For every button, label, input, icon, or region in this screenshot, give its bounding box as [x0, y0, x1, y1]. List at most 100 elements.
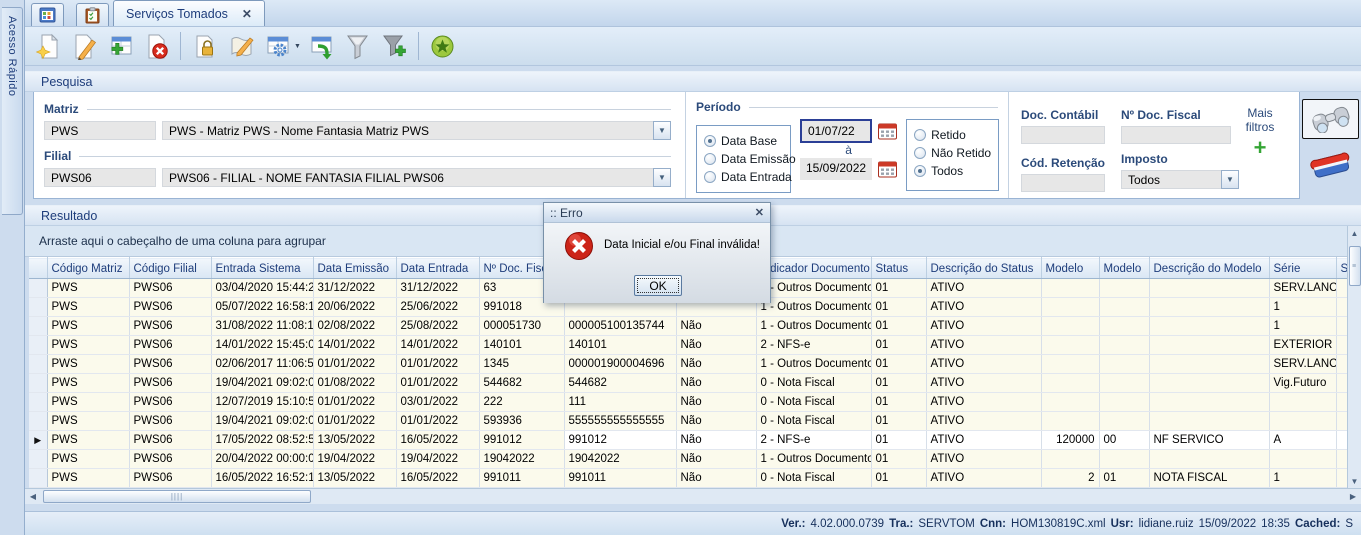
table-cell[interactable] [1099, 278, 1150, 298]
dialog-close-icon[interactable]: ✕ [755, 206, 764, 219]
table-cell[interactable]: 0 - Nota Fiscal [756, 392, 872, 412]
table-cell[interactable]: ATIVO [926, 354, 1042, 374]
table-cell[interactable]: 140101 [479, 335, 565, 355]
table-cell[interactable]: 2 - NFS-e [756, 335, 872, 355]
filter-add-button[interactable] [379, 31, 409, 61]
radio-todos[interactable]: Todos [914, 162, 991, 180]
table-cell[interactable] [1041, 373, 1100, 393]
sign-audit-button[interactable] [226, 31, 256, 61]
grid-settings-button[interactable] [262, 31, 292, 61]
add-grid-row-button[interactable] [105, 31, 135, 61]
table-cell[interactable]: 01 [871, 449, 927, 469]
table-cell[interactable]: 12/07/2019 15:10:50 [211, 392, 314, 412]
quick-access-tab[interactable]: Acesso Rápido [2, 7, 23, 215]
horizontal-scrollbar[interactable]: ◀ |||| ▶ [25, 488, 1361, 504]
table-cell[interactable]: 1 [1269, 297, 1337, 317]
table-cell[interactable]: 01/01/2022 [313, 354, 397, 374]
table-cell[interactable] [1041, 278, 1100, 298]
table-cell[interactable]: PWS06 [129, 297, 212, 317]
column-header[interactable]: Modelo [1041, 257, 1100, 279]
table-cell[interactable] [1149, 373, 1270, 393]
table-cell[interactable]: PWS06 [129, 411, 212, 431]
table-cell[interactable]: PWS06 [129, 316, 212, 336]
table-cell[interactable]: ATIVO [926, 297, 1042, 317]
table-cell[interactable]: 1 [1269, 468, 1337, 488]
num-doc-fiscal-input[interactable] [1121, 126, 1231, 144]
tab-close-icon[interactable]: ✕ [242, 7, 252, 21]
table-cell[interactable]: EXTERIOR [1269, 335, 1337, 355]
table-cell[interactable]: 01 [1099, 468, 1150, 488]
table-cell[interactable]: 0 - Nota Fiscal [756, 411, 872, 431]
table-cell[interactable]: PWS [47, 354, 130, 374]
table-cell[interactable] [1269, 392, 1337, 412]
table-cell[interactable]: ATIVO [926, 373, 1042, 393]
table-cell[interactable] [1149, 392, 1270, 412]
table-cell[interactable]: 593936 [479, 411, 565, 431]
table-cell[interactable] [1269, 411, 1337, 431]
date-to-input[interactable]: 15/09/2022 [800, 158, 873, 180]
table-cell[interactable]: 31/12/2022 [313, 278, 397, 298]
table-cell[interactable]: Não [676, 316, 757, 336]
radio-icon[interactable] [704, 135, 716, 147]
radio-icon[interactable] [914, 165, 927, 177]
row-indicator[interactable] [29, 449, 48, 469]
table-cell[interactable]: ATIVO [926, 430, 1042, 450]
table-cell[interactable] [1149, 335, 1270, 355]
table-cell[interactable]: 02/08/2022 [313, 316, 397, 336]
table-cell[interactable]: PWS [47, 392, 130, 412]
table-cell[interactable]: 1 - Outros Documentos [756, 449, 872, 469]
table-cell[interactable]: ATIVO [926, 449, 1042, 469]
table-cell[interactable]: 1 - Outros Documentos [756, 297, 872, 317]
table-cell[interactable]: 01/08/2022 [313, 373, 397, 393]
table-cell[interactable]: 01/01/2022 [313, 392, 397, 412]
scroll-up-icon[interactable]: ▲ [1348, 226, 1361, 240]
horizontal-scroll-thumb[interactable]: |||| [43, 489, 311, 503]
table-cell[interactable]: 1 [1269, 316, 1337, 336]
table-cell[interactable] [1099, 411, 1150, 431]
column-header[interactable]: Código Matriz [47, 257, 130, 279]
table-cell[interactable] [1336, 449, 1347, 469]
radio-icon[interactable] [704, 171, 716, 183]
column-header[interactable]: Entrada Sistema [211, 257, 314, 279]
table-cell[interactable]: PWS06 [129, 278, 212, 298]
table-cell[interactable]: PWS06 [129, 449, 212, 469]
table-cell[interactable] [1099, 297, 1150, 317]
row-indicator[interactable] [29, 411, 48, 431]
table-cell[interactable]: Vig.Futuro [1269, 373, 1337, 393]
column-header[interactable]: Descrição do Status [926, 257, 1042, 279]
table-cell[interactable]: 19042022 [479, 449, 565, 469]
table-cell[interactable]: ATIVO [926, 411, 1042, 431]
calendar-icon[interactable] [878, 161, 898, 178]
table-cell[interactable]: 17/05/2022 08:52:54 [211, 430, 314, 450]
table-cell[interactable]: 01 [871, 468, 927, 488]
table-cell[interactable]: 25/08/2022 [396, 316, 480, 336]
table-cell[interactable] [1149, 411, 1270, 431]
radio-data-base[interactable]: Data Base [704, 132, 783, 150]
table-cell[interactable]: Não [676, 392, 757, 412]
table-cell[interactable]: 0 - Nota Fiscal [756, 373, 872, 393]
table-cell[interactable] [1099, 335, 1150, 355]
table-cell[interactable]: 01 [871, 430, 927, 450]
matriz-combo[interactable]: PWS - Matriz PWS - Nome Fantasia Matriz … [162, 121, 671, 140]
table-cell[interactable]: 01 [871, 392, 927, 412]
table-cell[interactable]: 544682 [564, 373, 677, 393]
table-cell[interactable]: 14/01/2022 15:45:09 [211, 335, 314, 355]
table-cell[interactable] [1336, 411, 1347, 431]
table-cell[interactable] [1149, 316, 1270, 336]
table-cell[interactable]: 03/04/2020 15:44:29 [211, 278, 314, 298]
table-cell[interactable] [1041, 392, 1100, 412]
table-cell[interactable]: 01/01/2022 [313, 411, 397, 431]
matriz-code-input[interactable]: PWS [44, 121, 156, 140]
table-cell[interactable] [1269, 449, 1337, 469]
table-cell[interactable]: 991011 [564, 468, 677, 488]
table-cell[interactable]: PWS06 [129, 430, 212, 450]
table-cell[interactable]: PWS [47, 278, 130, 298]
column-header[interactable]: Série [1269, 257, 1337, 279]
table-cell[interactable]: 111 [564, 392, 677, 412]
table-cell[interactable]: 13/05/2022 [313, 430, 397, 450]
table-cell[interactable]: 991012 [479, 430, 565, 450]
table-cell[interactable]: 0 - Nota Fiscal [756, 468, 872, 488]
table-cell[interactable] [1336, 278, 1347, 298]
table-cell[interactable]: PWS [47, 449, 130, 469]
scroll-right-icon[interactable]: ▶ [1345, 489, 1361, 505]
